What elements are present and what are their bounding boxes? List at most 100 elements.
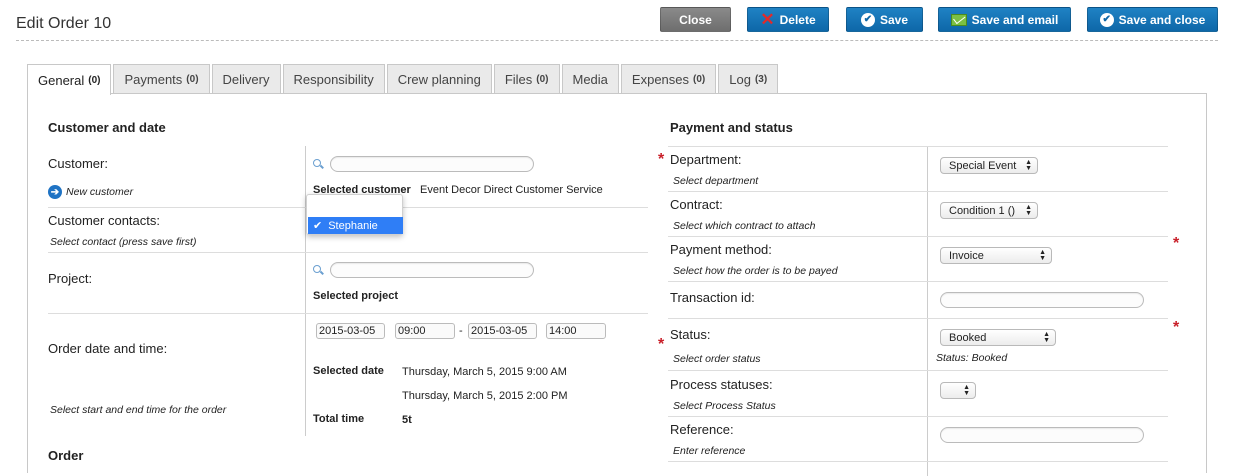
tab-label: Responsibility xyxy=(293,72,374,87)
save-and-email-button[interactable]: Save and email xyxy=(938,7,1071,32)
tab-expenses[interactable]: Expenses (0) xyxy=(620,64,717,94)
contract-select[interactable]: Condition 1 () ▲ ▼ xyxy=(940,202,1038,219)
save-button-label: Save xyxy=(879,12,909,27)
tab-count: (0) xyxy=(88,74,101,86)
row-divider xyxy=(668,191,1168,192)
delete-button-label: Delete xyxy=(779,12,816,27)
tab-label: Files xyxy=(504,72,533,87)
project-label: Project: xyxy=(48,271,93,286)
process-statuses-hint: Select Process Status xyxy=(673,400,776,412)
row-divider xyxy=(668,281,1168,282)
tab-general[interactable]: General (0) xyxy=(27,64,112,95)
close-button[interactable]: Close xyxy=(660,7,731,32)
tab-responsibility[interactable]: Responsibility xyxy=(282,64,385,94)
selected-customer-value: Event Decor Direct Customer Service xyxy=(420,184,603,196)
start-time-input[interactable]: 09:00 xyxy=(395,323,455,339)
payment-method-label: Payment method: xyxy=(670,242,772,257)
row-divider xyxy=(668,416,1168,417)
tab-bar: General (0) Payments (0) Delivery Responsi… xyxy=(27,64,780,95)
delete-x-icon: ✕ xyxy=(760,10,775,29)
title-divider xyxy=(16,40,1218,41)
start-date-input[interactable]: 2015-03-05 xyxy=(316,323,385,339)
row-divider xyxy=(668,146,1168,147)
project-search xyxy=(313,262,534,278)
tab-label: Payments xyxy=(124,72,183,87)
customer-contacts-dropdown[interactable]: ✔ Stephanie xyxy=(306,194,403,235)
contract-select-value: Condition 1 () xyxy=(949,204,1016,217)
new-customer-label: New customer xyxy=(66,186,134,198)
customer-search-input[interactable] xyxy=(330,156,534,172)
delete-button[interactable]: ✕ Delete xyxy=(747,7,829,32)
department-select[interactable]: Special Event ▲ ▼ xyxy=(940,157,1038,174)
save-button[interactable]: ✔ Save xyxy=(846,7,923,32)
save-and-email-label: Save and email xyxy=(971,12,1059,27)
customer-contacts-label: Customer contacts: xyxy=(48,213,160,228)
order-heading: Order xyxy=(48,448,84,463)
close-button-label: Close xyxy=(679,12,712,27)
end-time-input[interactable]: 14:00 xyxy=(546,323,606,339)
status-hint: Select order status xyxy=(673,353,761,365)
tab-delivery[interactable]: Delivery xyxy=(211,64,281,94)
row-divider xyxy=(668,370,1168,371)
order-date-hint: Select start and end time for the order xyxy=(50,404,227,416)
contract-hint: Select which contract to attach xyxy=(673,220,816,232)
tab-crew-planning[interactable]: Crew planning xyxy=(386,64,492,94)
row-divider xyxy=(668,318,1168,319)
reference-label: Reference: xyxy=(670,422,734,437)
page-title: Edit Order 10 xyxy=(16,15,112,32)
tab-count: (0) xyxy=(693,74,706,85)
payment-and-status-heading: Payment and status xyxy=(670,120,793,135)
reference-input[interactable] xyxy=(940,427,1144,443)
updown-arrows-icon: ▲ ▼ xyxy=(963,383,970,397)
updown-arrows-icon: ▲ ▼ xyxy=(1025,158,1032,172)
row-divider xyxy=(48,252,648,253)
payment-method-select[interactable]: Invoice ▲ ▼ xyxy=(940,247,1052,264)
row-divider xyxy=(668,461,1168,462)
transaction-id-input[interactable] xyxy=(940,292,1144,308)
customer-and-date-heading: Customer and date xyxy=(48,120,166,135)
save-and-close-label: Save and close xyxy=(1118,12,1206,27)
total-time-value: 5t xyxy=(402,414,412,426)
date-separator: - xyxy=(459,325,463,337)
customer-contacts-hint: Select contact (press save first) xyxy=(50,236,197,248)
tab-count: (3) xyxy=(754,74,768,85)
department-select-value: Special Event xyxy=(949,159,1017,172)
tab-payments[interactable]: Payments (0) xyxy=(113,64,210,94)
save-and-close-button[interactable]: ✔ Save and close xyxy=(1087,7,1218,32)
row-divider xyxy=(48,313,648,314)
transaction-id-label: Transaction id: xyxy=(670,290,755,305)
process-statuses-select[interactable]: ▲ ▼ xyxy=(940,382,976,399)
selected-project-label: Selected project xyxy=(313,290,398,302)
payment-method-select-value: Invoice xyxy=(949,249,984,262)
status-select[interactable]: Booked ▲ ▼ xyxy=(940,329,1056,346)
email-icon xyxy=(950,13,967,26)
status-note: Status: Booked xyxy=(936,352,1008,364)
checkmark-icon: ✔ xyxy=(313,220,323,232)
tab-log[interactable]: Log (3) xyxy=(718,64,779,94)
search-icon xyxy=(313,264,324,276)
updown-arrows-icon: ▲ ▼ xyxy=(1043,330,1050,344)
tab-count: (0) xyxy=(536,74,549,85)
selected-date-end: Thursday, March 5, 2015 2:00 PM xyxy=(402,390,568,402)
tab-files[interactable]: Files (0) xyxy=(493,64,560,94)
tab-media[interactable]: Media xyxy=(561,64,619,94)
new-customer-link[interactable]: ➔ New customer xyxy=(48,185,133,199)
tab-label: Expenses xyxy=(631,72,690,87)
project-search-input[interactable] xyxy=(330,262,534,278)
tab-label: Log xyxy=(729,72,751,87)
checkmark-icon: ✔ xyxy=(860,12,875,27)
tab-label: Media xyxy=(572,72,608,87)
department-label: Department: xyxy=(670,152,742,167)
reference-hint: Enter reference xyxy=(673,445,746,457)
row-divider xyxy=(668,236,1168,237)
total-time-label: Total time xyxy=(313,413,365,425)
right-column-divider xyxy=(927,146,928,476)
left-column-divider xyxy=(305,146,306,436)
end-date-input[interactable]: 2015-03-05 xyxy=(468,323,537,339)
selected-date-label: Selected date xyxy=(313,365,384,377)
updown-arrows-icon: ▲ ▼ xyxy=(1025,203,1032,217)
dropdown-option-selected[interactable]: ✔ Stephanie xyxy=(308,217,403,234)
department-hint: Select department xyxy=(673,175,759,187)
updown-arrows-icon: ▲ ▼ xyxy=(1039,248,1046,262)
process-statuses-label: Process statuses: xyxy=(670,377,773,392)
